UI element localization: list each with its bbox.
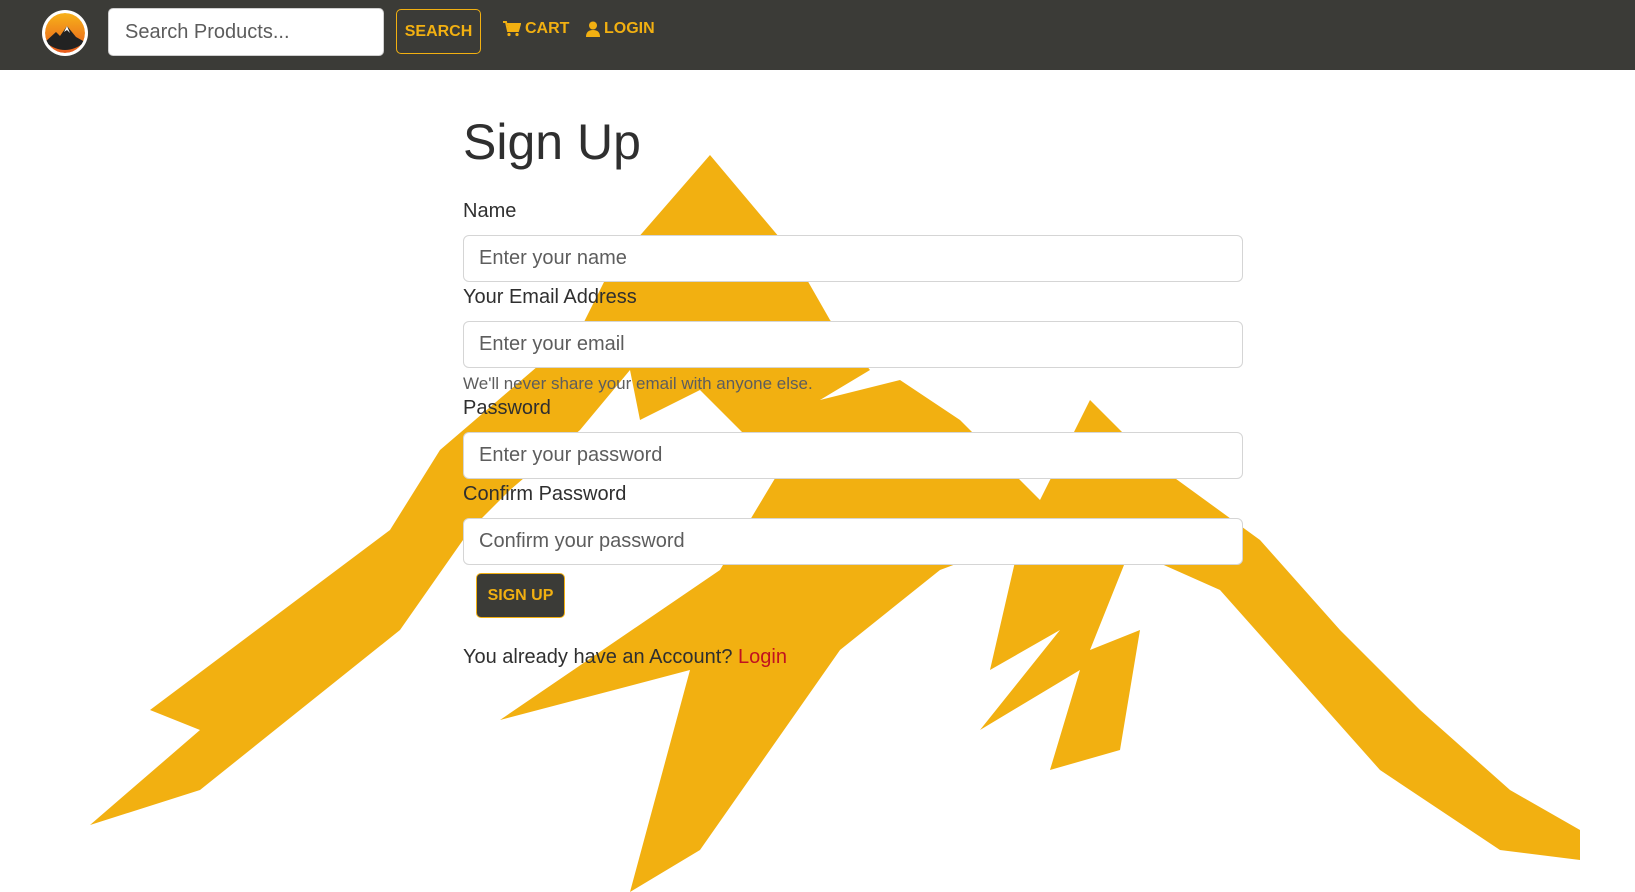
nav-cart-link[interactable]: CART xyxy=(503,20,569,38)
top-navbar: SEARCH CART LOGIN xyxy=(0,0,1635,70)
login-link[interactable]: Login xyxy=(738,646,787,668)
confirm-password-field[interactable] xyxy=(463,518,1243,565)
search-button[interactable]: SEARCH xyxy=(396,9,481,54)
password-field[interactable] xyxy=(463,432,1243,479)
cart-icon xyxy=(503,21,521,37)
page-title: Sign Up xyxy=(463,114,641,170)
login-prompt-text: You already have an Account? xyxy=(463,646,739,668)
email-help-text: We'll never share your email with anyone… xyxy=(463,374,813,393)
name-field[interactable] xyxy=(463,235,1243,282)
mountain-sun-logo-icon xyxy=(43,11,87,55)
email-label: Your Email Address xyxy=(463,286,637,308)
site-logo[interactable] xyxy=(42,10,88,56)
name-label: Name xyxy=(463,200,517,222)
email-field[interactable] xyxy=(463,321,1243,368)
confirm-password-label: Confirm Password xyxy=(463,483,627,505)
search-input[interactable] xyxy=(108,8,384,56)
signup-button[interactable]: SIGN UP xyxy=(476,573,565,618)
login-prompt: You already have an Account? Login xyxy=(463,646,1243,669)
nav-login-link[interactable]: LOGIN xyxy=(586,20,655,38)
user-icon xyxy=(586,21,600,37)
signup-form: Sign Up Name Your Email Address We'll ne… xyxy=(463,100,1243,669)
nav-login-label: LOGIN xyxy=(604,20,655,37)
nav-cart-label: CART xyxy=(525,20,570,37)
password-label: Password xyxy=(463,397,551,419)
